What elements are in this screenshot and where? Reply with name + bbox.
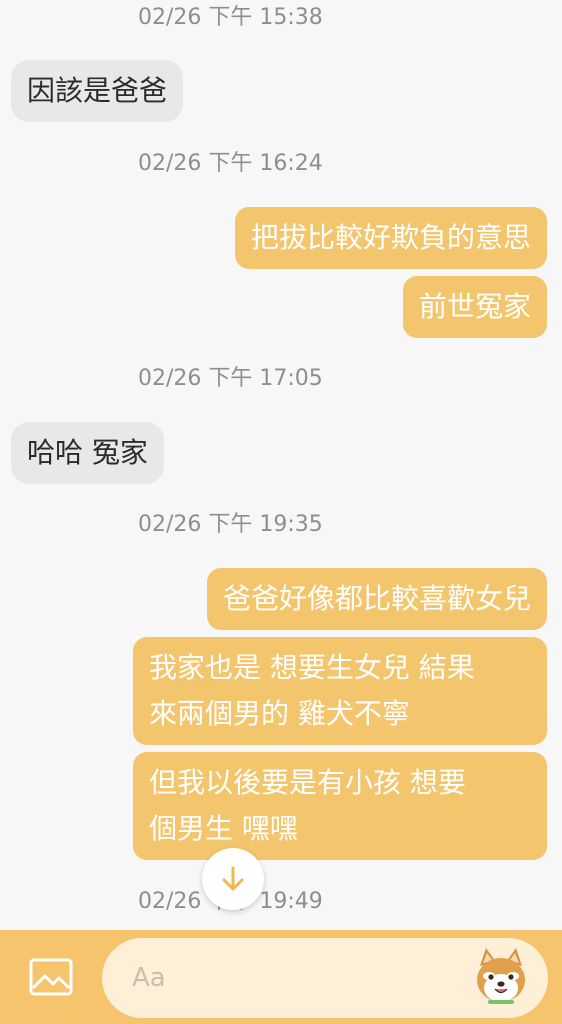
timestamp: 02/26 下午 19:35 — [138, 512, 323, 537]
image-button[interactable] — [26, 954, 76, 1000]
message-line: 我家也是 想要生女兒 結果 — [149, 651, 475, 684]
sent-message[interactable]: 把拔比較好欺負的意思 — [234, 207, 547, 269]
shiba-sticker-icon — [477, 948, 525, 1004]
message-line: 個男生 嘿嘿 — [149, 812, 298, 845]
message-placeholder: Aa — [132, 963, 166, 993]
arrow-down-icon — [222, 866, 244, 891]
timestamp: 02/26 下午 16:24 — [138, 151, 323, 176]
sent-message[interactable]: 但我以後要是有小孩 想要 個男生 嘿嘿 — [133, 752, 547, 860]
image-icon — [29, 958, 73, 996]
scroll-to-bottom-button[interactable] — [202, 848, 264, 910]
received-message[interactable]: 因該是爸爸 — [11, 60, 184, 122]
message-line: 來兩個男的 雞犬不寧 — [149, 697, 410, 730]
sent-message[interactable]: 爸爸好像都比較喜歡女兒 — [206, 568, 547, 630]
chat-history[interactable]: 02/26 下午 15:38 因該是爸爸 02/26 下午 16:24 把拔比較… — [0, 0, 562, 930]
message-input[interactable]: Aa — [102, 938, 548, 1018]
timestamp: 02/26 下午 17:05 — [138, 366, 323, 391]
sent-message[interactable]: 前世冤家 — [402, 276, 547, 338]
timestamp: 02/26 下午 15:38 — [138, 5, 323, 30]
message-composer: Aa — [0, 930, 562, 1024]
sticker-button[interactable] — [468, 944, 534, 1010]
received-message[interactable]: 哈哈 冤家 — [11, 422, 164, 484]
message-line: 但我以後要是有小孩 想要 — [149, 766, 466, 799]
sent-message[interactable]: 我家也是 想要生女兒 結果 來兩個男的 雞犬不寧 — [133, 637, 547, 745]
